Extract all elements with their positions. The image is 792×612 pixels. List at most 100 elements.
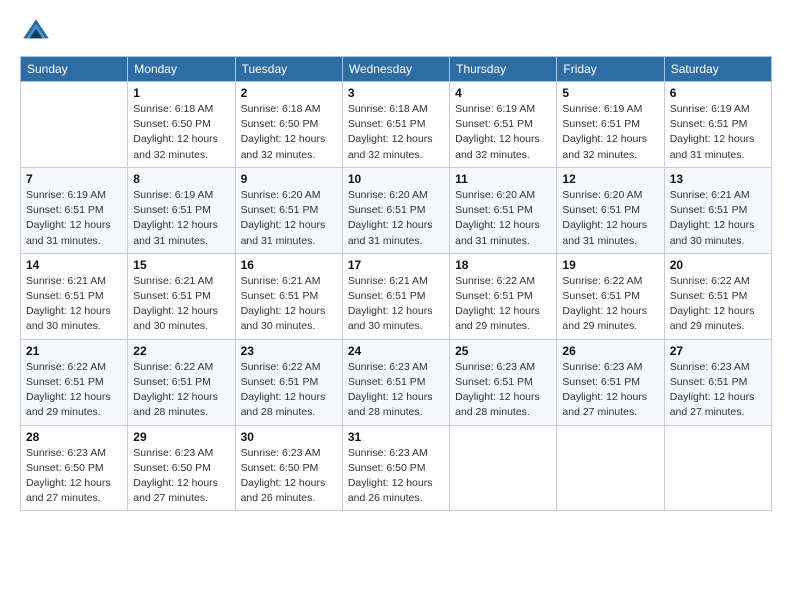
- day-number: 22: [133, 344, 229, 358]
- day-number: 29: [133, 430, 229, 444]
- day-detail: Sunrise: 6:21 AM Sunset: 6:51 PM Dayligh…: [133, 274, 229, 335]
- day-number: 16: [241, 258, 337, 272]
- day-number: 19: [562, 258, 658, 272]
- calendar-cell: 9Sunrise: 6:20 AM Sunset: 6:51 PM Daylig…: [235, 167, 342, 253]
- day-detail: Sunrise: 6:22 AM Sunset: 6:51 PM Dayligh…: [455, 274, 551, 335]
- calendar-page: SundayMondayTuesdayWednesdayThursdayFrid…: [0, 0, 792, 612]
- calendar-cell: 4 Sunrise: 6:19 AM Sunset: 6:51 PM Daylig…: [450, 82, 557, 168]
- day-detail: Sunrise: 6:18 AM Sunset: 6:50 PM Dayligh…: [133, 102, 229, 163]
- day-detail: Sunrise: 6:22 AM Sunset: 6:51 PM Dayligh…: [241, 360, 337, 421]
- calendar-cell: 30 Sunrise: 6:23 AM Sunset: 6:50 PM Dayli…: [235, 425, 342, 511]
- day-number: 31: [348, 430, 444, 444]
- day-number: 11: [455, 172, 551, 186]
- calendar-cell: [664, 425, 771, 511]
- weekday-header-friday: Friday: [557, 57, 664, 82]
- calendar-cell: 10Sunrise: 6:20 AM Sunset: 6:51 PM Dayli…: [342, 167, 449, 253]
- calendar-cell: 19 Sunrise: 6:22 AM Sunset: 6:51 PM Dayli…: [557, 253, 664, 339]
- day-detail: Sunrise: 6:23 AM Sunset: 6:51 PM Dayligh…: [455, 360, 551, 421]
- header: [20, 10, 772, 48]
- day-detail: Sunrise: 6:20 AM Sunset: 6:51 PM Dayligh…: [455, 188, 551, 249]
- day-number: 27: [670, 344, 766, 358]
- logo-icon: [20, 16, 52, 48]
- calendar-table: SundayMondayTuesdayWednesdayThursdayFrid…: [20, 56, 772, 511]
- day-detail: Sunrise: 6:19 AM Sunset: 6:51 PM Dayligh…: [133, 188, 229, 249]
- calendar-cell: 15 Sunrise: 6:21 AM Sunset: 6:51 PM Dayli…: [128, 253, 235, 339]
- day-number: 15: [133, 258, 229, 272]
- calendar-cell: 8 Sunrise: 6:19 AM Sunset: 6:51 PM Daylig…: [128, 167, 235, 253]
- day-number: 8: [133, 172, 229, 186]
- calendar-cell: [557, 425, 664, 511]
- calendar-cell: 20 Sunrise: 6:22 AM Sunset: 6:51 PM Dayli…: [664, 253, 771, 339]
- calendar-cell: [21, 82, 128, 168]
- calendar-week-row: 1 Sunrise: 6:18 AM Sunset: 6:50 PM Daylig…: [21, 82, 772, 168]
- day-number: 12: [562, 172, 658, 186]
- day-number: 10: [348, 172, 444, 186]
- calendar-week-row: 28Sunrise: 6:23 AM Sunset: 6:50 PM Dayli…: [21, 425, 772, 511]
- day-detail: Sunrise: 6:22 AM Sunset: 6:51 PM Dayligh…: [26, 360, 122, 421]
- calendar-cell: 11 Sunrise: 6:20 AM Sunset: 6:51 PM Dayli…: [450, 167, 557, 253]
- calendar-cell: 12 Sunrise: 6:20 AM Sunset: 6:51 PM Dayli…: [557, 167, 664, 253]
- day-number: 1: [133, 86, 229, 100]
- calendar-week-row: 7 Sunrise: 6:19 AM Sunset: 6:51 PM Daylig…: [21, 167, 772, 253]
- day-detail: Sunrise: 6:19 AM Sunset: 6:51 PM Dayligh…: [455, 102, 551, 163]
- calendar-cell: 6 Sunrise: 6:19 AM Sunset: 6:51 PM Daylig…: [664, 82, 771, 168]
- day-detail: Sunrise: 6:21 AM Sunset: 6:51 PM Dayligh…: [26, 274, 122, 335]
- day-detail: Sunrise: 6:18 AM Sunset: 6:51 PM Dayligh…: [348, 102, 444, 163]
- calendar-cell: 25Sunrise: 6:23 AM Sunset: 6:51 PM Dayli…: [450, 339, 557, 425]
- day-number: 26: [562, 344, 658, 358]
- day-number: 30: [241, 430, 337, 444]
- calendar-cell: 5 Sunrise: 6:19 AM Sunset: 6:51 PM Daylig…: [557, 82, 664, 168]
- day-number: 13: [670, 172, 766, 186]
- day-detail: Sunrise: 6:23 AM Sunset: 6:51 PM Dayligh…: [562, 360, 658, 421]
- weekday-header-row: SundayMondayTuesdayWednesdayThursdayFrid…: [21, 57, 772, 82]
- day-detail: Sunrise: 6:23 AM Sunset: 6:50 PM Dayligh…: [348, 446, 444, 507]
- day-number: 3: [348, 86, 444, 100]
- calendar-cell: 22 Sunrise: 6:22 AM Sunset: 6:51 PM Dayli…: [128, 339, 235, 425]
- logo: [20, 16, 54, 48]
- calendar-cell: 1 Sunrise: 6:18 AM Sunset: 6:50 PM Daylig…: [128, 82, 235, 168]
- day-detail: Sunrise: 6:23 AM Sunset: 6:51 PM Dayligh…: [670, 360, 766, 421]
- day-number: 4: [455, 86, 551, 100]
- weekday-header-sunday: Sunday: [21, 57, 128, 82]
- calendar-cell: 29Sunrise: 6:23 AM Sunset: 6:50 PM Dayli…: [128, 425, 235, 511]
- day-detail: Sunrise: 6:23 AM Sunset: 6:51 PM Dayligh…: [348, 360, 444, 421]
- calendar-cell: [450, 425, 557, 511]
- day-detail: Sunrise: 6:21 AM Sunset: 6:51 PM Dayligh…: [670, 188, 766, 249]
- day-detail: Sunrise: 6:18 AM Sunset: 6:50 PM Dayligh…: [241, 102, 337, 163]
- day-detail: Sunrise: 6:22 AM Sunset: 6:51 PM Dayligh…: [133, 360, 229, 421]
- day-number: 20: [670, 258, 766, 272]
- day-detail: Sunrise: 6:22 AM Sunset: 6:51 PM Dayligh…: [670, 274, 766, 335]
- day-detail: Sunrise: 6:23 AM Sunset: 6:50 PM Dayligh…: [241, 446, 337, 507]
- weekday-header-monday: Monday: [128, 57, 235, 82]
- weekday-header-saturday: Saturday: [664, 57, 771, 82]
- weekday-header-thursday: Thursday: [450, 57, 557, 82]
- day-detail: Sunrise: 6:19 AM Sunset: 6:51 PM Dayligh…: [562, 102, 658, 163]
- day-detail: Sunrise: 6:19 AM Sunset: 6:51 PM Dayligh…: [26, 188, 122, 249]
- weekday-header-wednesday: Wednesday: [342, 57, 449, 82]
- calendar-cell: 24 Sunrise: 6:23 AM Sunset: 6:51 PM Dayli…: [342, 339, 449, 425]
- calendar-cell: 13 Sunrise: 6:21 AM Sunset: 6:51 PM Dayli…: [664, 167, 771, 253]
- day-number: 7: [26, 172, 122, 186]
- calendar-cell: 31 Sunrise: 6:23 AM Sunset: 6:50 PM Dayli…: [342, 425, 449, 511]
- day-number: 18: [455, 258, 551, 272]
- weekday-header-tuesday: Tuesday: [235, 57, 342, 82]
- calendar-cell: 3 Sunrise: 6:18 AM Sunset: 6:51 PM Daylig…: [342, 82, 449, 168]
- calendar-cell: 14 Sunrise: 6:21 AM Sunset: 6:51 PM Dayli…: [21, 253, 128, 339]
- calendar-cell: 26 Sunrise: 6:23 AM Sunset: 6:51 PM Dayli…: [557, 339, 664, 425]
- day-number: 24: [348, 344, 444, 358]
- day-number: 5: [562, 86, 658, 100]
- day-number: 21: [26, 344, 122, 358]
- calendar-cell: 27 Sunrise: 6:23 AM Sunset: 6:51 PM Dayli…: [664, 339, 771, 425]
- day-number: 6: [670, 86, 766, 100]
- day-detail: Sunrise: 6:20 AM Sunset: 6:51 PM Dayligh…: [562, 188, 658, 249]
- day-number: 14: [26, 258, 122, 272]
- calendar-cell: 17Sunrise: 6:21 AM Sunset: 6:51 PM Dayli…: [342, 253, 449, 339]
- day-detail: Sunrise: 6:19 AM Sunset: 6:51 PM Dayligh…: [670, 102, 766, 163]
- day-number: 2: [241, 86, 337, 100]
- calendar-cell: 23Sunrise: 6:22 AM Sunset: 6:51 PM Dayli…: [235, 339, 342, 425]
- calendar-cell: 7 Sunrise: 6:19 AM Sunset: 6:51 PM Daylig…: [21, 167, 128, 253]
- day-detail: Sunrise: 6:23 AM Sunset: 6:50 PM Dayligh…: [26, 446, 122, 507]
- day-detail: Sunrise: 6:22 AM Sunset: 6:51 PM Dayligh…: [562, 274, 658, 335]
- calendar-cell: 21 Sunrise: 6:22 AM Sunset: 6:51 PM Dayli…: [21, 339, 128, 425]
- calendar-cell: 16Sunrise: 6:21 AM Sunset: 6:51 PM Dayli…: [235, 253, 342, 339]
